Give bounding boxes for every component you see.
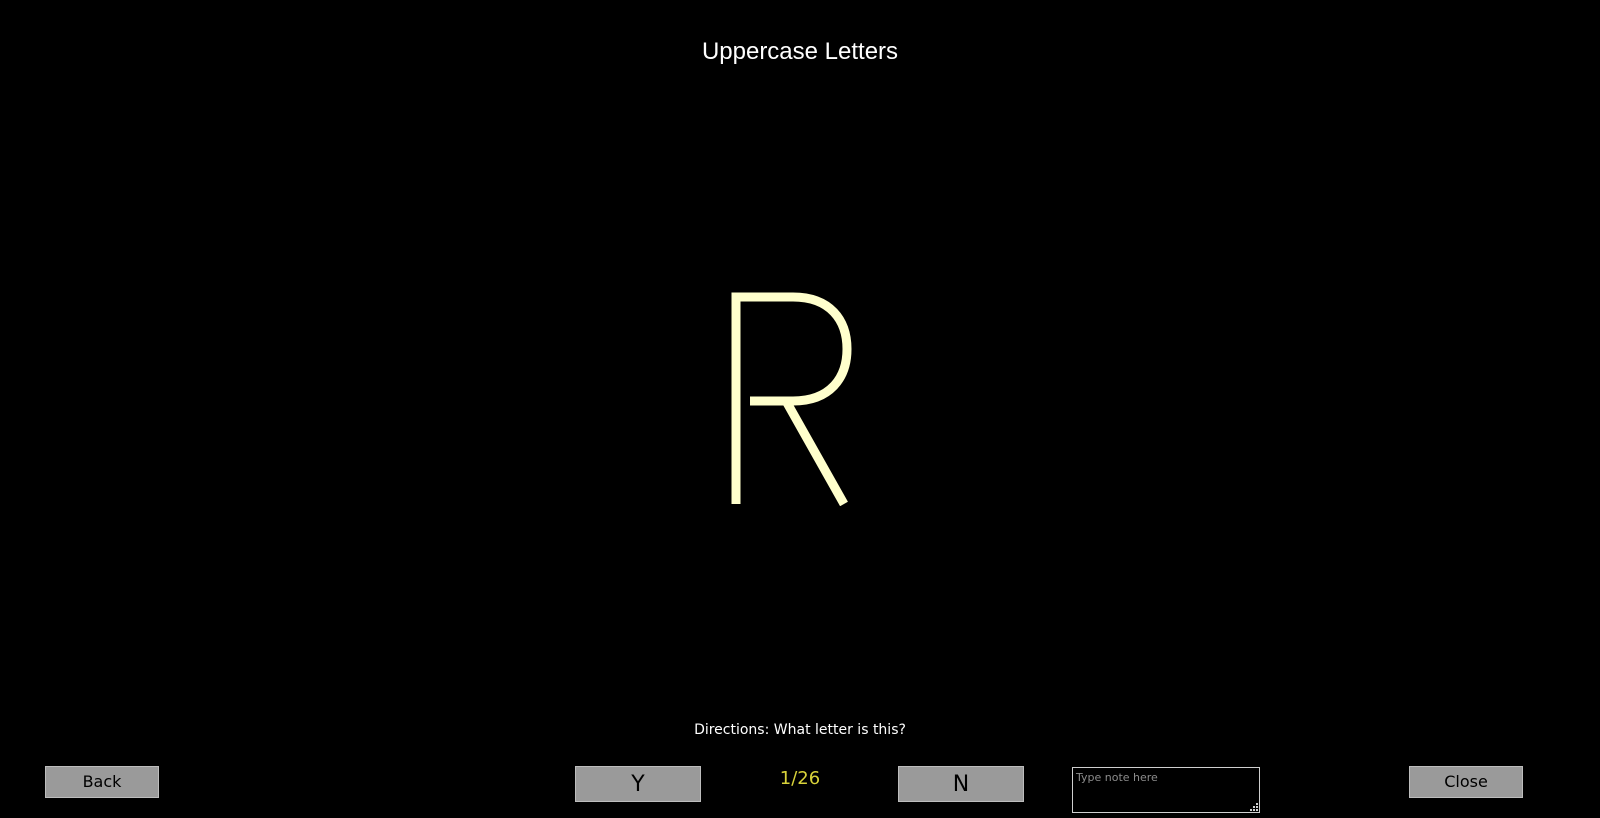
letter-card: R	[0, 292, 1600, 506]
progress-counter: 1/26	[779, 768, 821, 789]
close-button[interactable]: Close	[1409, 766, 1523, 798]
no-button[interactable]: N	[898, 766, 1024, 802]
yes-button[interactable]: Y	[575, 766, 701, 802]
directions-text: Directions: What letter is this?	[694, 722, 906, 738]
resize-grip-icon[interactable]	[1250, 803, 1258, 811]
flashcard-page: Uppercase Letters R Directions: What let…	[0, 0, 1600, 818]
page-title: Uppercase Letters	[701, 38, 899, 65]
note-input[interactable]	[1072, 767, 1260, 813]
back-button[interactable]: Back	[45, 766, 159, 798]
letter-glyph: R	[731, 292, 852, 506]
